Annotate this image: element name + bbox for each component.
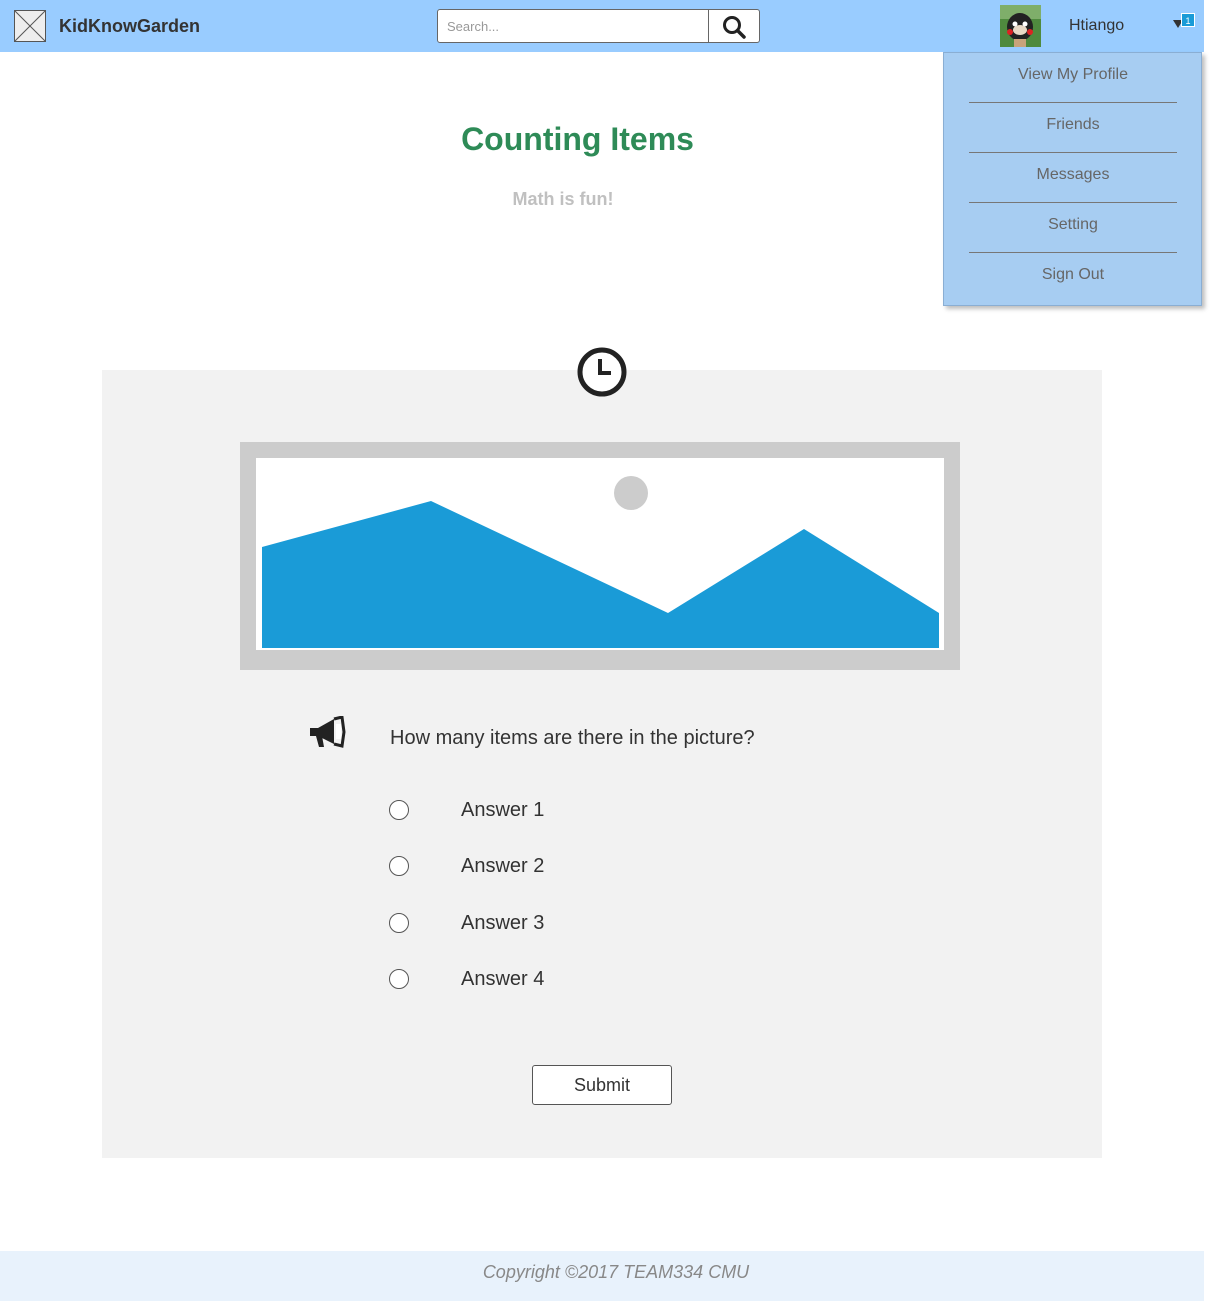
answer-radio[interactable]: [389, 800, 409, 820]
user-dropdown-menu: View My Profile Friends Messages Setting…: [943, 52, 1202, 306]
submit-button[interactable]: Submit: [532, 1065, 672, 1105]
picture-placeholder-icon: [256, 458, 944, 650]
page-title: Counting Items: [461, 121, 694, 157]
answer-option[interactable]: Answer 4: [389, 968, 789, 992]
answer-radio[interactable]: [389, 969, 409, 989]
username[interactable]: Htiango: [1069, 17, 1124, 35]
answer-option[interactable]: Answer 3: [389, 912, 789, 936]
menu-item-setting[interactable]: Setting: [969, 203, 1177, 253]
notification-badge[interactable]: 1: [1181, 13, 1195, 27]
answer-label[interactable]: Answer 1: [461, 799, 544, 822]
avatar[interactable]: [1000, 5, 1041, 47]
answer-label[interactable]: Answer 4: [461, 968, 544, 991]
page-subtitle: Math is fun!: [512, 189, 614, 209]
answer-option[interactable]: Answer 2: [389, 855, 789, 879]
answer-option[interactable]: Answer 1: [389, 799, 789, 823]
brand-name[interactable]: KidKnowGarden: [59, 16, 200, 37]
copyright-text: Copyright ©2017 TEAM334 CMU: [482, 1262, 750, 1282]
answer-label[interactable]: Answer 2: [461, 855, 544, 878]
answer-radio[interactable]: [389, 856, 409, 876]
search-button[interactable]: [708, 10, 759, 42]
footer: Copyright ©2017 TEAM334 CMU: [0, 1251, 1204, 1301]
answer-radio[interactable]: [389, 913, 409, 933]
megaphone-icon[interactable]: [308, 716, 348, 750]
question-picture-frame: [240, 442, 960, 670]
search-box: [437, 9, 760, 43]
menu-item-sign-out[interactable]: Sign Out: [969, 253, 1177, 303]
logo-image-placeholder-icon[interactable]: [14, 10, 46, 42]
question-text: How many items are there in the picture?: [390, 727, 755, 749]
search-icon: [723, 16, 746, 39]
answer-label[interactable]: Answer 3: [461, 912, 544, 935]
top-navbar: KidKnowGarden Htiango 1: [0, 0, 1204, 52]
search-input[interactable]: [438, 10, 708, 42]
menu-item-view-profile[interactable]: View My Profile: [969, 53, 1177, 103]
clock-icon: [577, 347, 627, 397]
